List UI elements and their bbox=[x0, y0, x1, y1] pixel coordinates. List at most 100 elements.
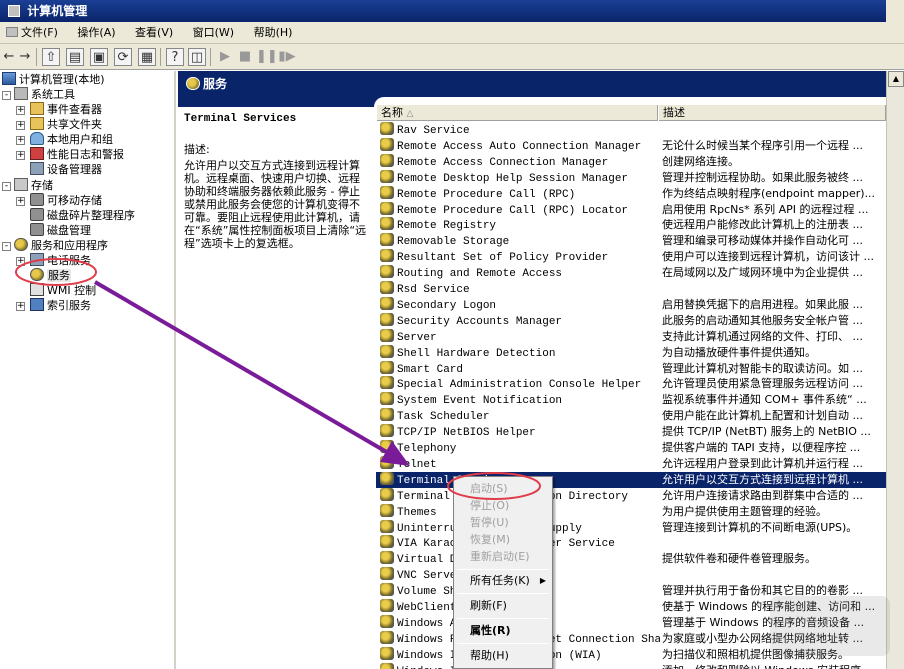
menu-separator bbox=[457, 569, 549, 570]
expand-icon[interactable]: + bbox=[16, 302, 25, 311]
table-row[interactable]: Remote Procedure Call (RPC) Locator 启用使用 … bbox=[376, 201, 886, 219]
tree-disk-mgmt[interactable]: 磁盘管理 bbox=[30, 223, 91, 238]
table-row[interactable]: Resultant Set of Policy Provider 使用户可以连接到… bbox=[376, 249, 886, 265]
service-name-text: Resultant Set of Policy Provider bbox=[397, 252, 609, 265]
expand-icon[interactable]: + bbox=[16, 197, 25, 206]
service-gear-icon bbox=[380, 122, 394, 135]
forward-arrow-icon[interactable]: → bbox=[16, 48, 34, 66]
tree-system-tools[interactable]: 系统工具 bbox=[14, 87, 75, 102]
table-row[interactable]: Remote Access Connection Manager 创建网络连接。 bbox=[376, 153, 886, 170]
service-gear-icon bbox=[380, 233, 394, 247]
help-icon[interactable]: ? bbox=[166, 48, 184, 66]
menu-item-all-tasks[interactable]: 所有任务(K) ▶ bbox=[454, 572, 552, 589]
service-name-text: Smart Card bbox=[397, 363, 464, 376]
service-name: Remote Desktop Help Session Manager bbox=[380, 169, 660, 187]
tree-defrag[interactable]: 磁盘碎片整理程序 bbox=[30, 208, 135, 223]
pause-service-icon[interactable]: ❚❚ bbox=[256, 48, 278, 66]
service-name: Rsd Service bbox=[380, 281, 660, 298]
tree-removable-storage[interactable]: 可移动存储 bbox=[30, 193, 102, 208]
service-name-text: Security Accounts Manager bbox=[397, 315, 563, 328]
scroll-up-icon[interactable]: ▲ bbox=[888, 71, 904, 87]
service-name: Server bbox=[380, 328, 660, 346]
tree-device-manager[interactable]: 设备管理器 bbox=[30, 162, 102, 177]
collapse-icon[interactable]: - bbox=[2, 182, 11, 191]
properties-icon[interactable]: ▣ bbox=[90, 48, 108, 66]
service-name: Remote Procedure Call (RPC) Locator bbox=[380, 201, 660, 219]
table-row[interactable]: Secondary Logon 启用替换凭据下的启用进程。如果此服 ... bbox=[376, 296, 886, 313]
service-description: 启用替换凭据下的启用进程。如果此服 ... bbox=[662, 297, 863, 311]
service-gear-icon bbox=[380, 281, 394, 294]
refresh-icon[interactable]: ⟳ bbox=[114, 48, 132, 66]
tree-perf-logs[interactable]: 性能日志和警报 bbox=[30, 147, 124, 162]
table-row[interactable]: Routing and Remote Access 在局域网以及广域网环境中为企业… bbox=[376, 265, 886, 281]
menu-item-restart[interactable]: 重新启动(E) bbox=[454, 548, 552, 565]
start-service-icon[interactable]: ▶ bbox=[216, 48, 234, 66]
toolbar-separator bbox=[36, 48, 37, 66]
tree-shared-folders[interactable]: 共享文件夹 bbox=[30, 117, 102, 132]
table-row[interactable]: Telnet 允许远程用户登录到此计算机并运行程 ... bbox=[376, 455, 886, 473]
menu-item-pause[interactable]: 暂停(U) bbox=[454, 514, 552, 531]
column-header-desc[interactable]: 描述 bbox=[658, 105, 886, 121]
menu-item-resume[interactable]: 恢复(M) bbox=[454, 531, 552, 548]
tree-event-viewer[interactable]: 事件查看器 bbox=[30, 102, 102, 117]
expand-icon[interactable]: + bbox=[16, 106, 25, 115]
table-row[interactable]: Remote Registry 使远程用户能修改此计算机上的注册表 ... bbox=[376, 217, 886, 233]
tree-storage[interactable]: 存储 bbox=[14, 178, 53, 193]
menu-item-start[interactable]: 启动(S) bbox=[454, 480, 552, 497]
list-header: 名称 △ 描述 bbox=[376, 105, 886, 121]
help-topics-icon[interactable]: ◫ bbox=[188, 48, 206, 66]
menu-window[interactable]: 窗口(W) bbox=[187, 22, 244, 44]
tree-services-apps[interactable]: 服务和应用程序 bbox=[14, 238, 108, 253]
table-row[interactable]: Task Scheduler 使用户能在此计算机上配置和计划自动 ... bbox=[376, 408, 886, 424]
expand-icon[interactable]: + bbox=[16, 121, 25, 130]
tree-root[interactable]: 计算机管理(本地) bbox=[2, 72, 105, 87]
expand-icon[interactable]: + bbox=[16, 257, 25, 266]
computer-management-icon bbox=[8, 5, 20, 17]
menu-file[interactable]: 文件(F) bbox=[0, 22, 68, 44]
table-row[interactable]: Special Administration Console Helper 允许管… bbox=[376, 376, 886, 392]
tree-wmi[interactable]: WMI 控制 bbox=[30, 283, 96, 298]
tree-local-users[interactable]: 本地用户和组 bbox=[30, 132, 113, 147]
service-gear-icon bbox=[380, 312, 394, 326]
restart-service-icon[interactable]: ▮▶ bbox=[278, 48, 296, 66]
column-header-name[interactable]: 名称 △ bbox=[376, 105, 658, 121]
table-row[interactable]: Rsd Service bbox=[376, 281, 886, 297]
expand-icon[interactable]: + bbox=[16, 151, 25, 160]
tree-services[interactable]: 服务 bbox=[30, 268, 71, 283]
table-row[interactable]: Security Accounts Manager 此服务的启动通知其他服务安全帐… bbox=[376, 312, 886, 329]
export-list-icon[interactable]: ▦ bbox=[138, 48, 156, 66]
stop-service-icon[interactable]: ■ bbox=[236, 48, 254, 66]
table-row[interactable]: Rav Service bbox=[376, 122, 886, 138]
service-name: Special Administration Console Helper bbox=[380, 376, 660, 393]
menu-item-refresh[interactable]: 刷新(F) bbox=[454, 597, 552, 614]
show-hide-tree-icon[interactable]: ▤ bbox=[66, 48, 84, 66]
table-row[interactable]: Telephony 提供客户端的 TAPI 支持，以便程序控 ... bbox=[376, 440, 886, 456]
table-row[interactable]: Server 支持此计算机通过网络的文件、打印、 ... bbox=[376, 328, 886, 346]
vertical-scrollbar[interactable]: ▲ bbox=[886, 71, 904, 669]
tree-telephony[interactable]: 电话服务 bbox=[30, 253, 91, 268]
table-row[interactable]: Shell Hardware Detection 为自动播放硬件事件提供通知。 bbox=[376, 344, 886, 361]
tree-indexing[interactable]: 索引服务 bbox=[30, 298, 91, 313]
table-row[interactable]: Remote Desktop Help Session Manager 管理并控制… bbox=[376, 169, 886, 187]
table-row[interactable]: Smart Card 管理此计算机对智能卡的取读访问。如 ... bbox=[376, 360, 886, 377]
table-row[interactable]: System Event Notification 监视系统事件并通知 COM+ … bbox=[376, 392, 886, 408]
expand-icon[interactable]: + bbox=[16, 136, 25, 145]
menu-action[interactable]: 操作(A) bbox=[71, 22, 125, 44]
table-row[interactable]: Removable Storage 管理和编录可移动媒体并操作自动化可 ... bbox=[376, 233, 886, 249]
menu-item-stop[interactable]: 停止(O) bbox=[454, 497, 552, 514]
menu-view[interactable]: 查看(V) bbox=[129, 22, 183, 44]
collapse-icon[interactable]: - bbox=[2, 242, 11, 251]
table-row[interactable]: TCP/IP NetBIOS Helper 提供 TCP/IP (NetBT) 服… bbox=[376, 424, 886, 440]
service-description: 允许用户连接请求路由到群集中合适的 ... bbox=[662, 488, 863, 502]
table-row[interactable]: Remote Procedure Call (RPC) 作为终结点映射程序(end… bbox=[376, 185, 886, 202]
service-gear-icon bbox=[380, 296, 394, 310]
menu-help[interactable]: 帮助(H) bbox=[248, 22, 303, 44]
service-name: Telnet bbox=[380, 455, 660, 473]
table-row[interactable]: Remote Access Auto Connection Manager 无论什… bbox=[376, 137, 886, 154]
collapse-icon[interactable]: - bbox=[2, 91, 11, 100]
menu-item-properties[interactable]: 属性(R) bbox=[454, 622, 552, 639]
service-name-text: System Event Notification bbox=[397, 395, 563, 408]
service-name: Task Scheduler bbox=[380, 408, 660, 425]
up-folder-icon[interactable]: ⇧ bbox=[42, 48, 60, 66]
menu-item-help[interactable]: 帮助(H) bbox=[454, 647, 552, 664]
